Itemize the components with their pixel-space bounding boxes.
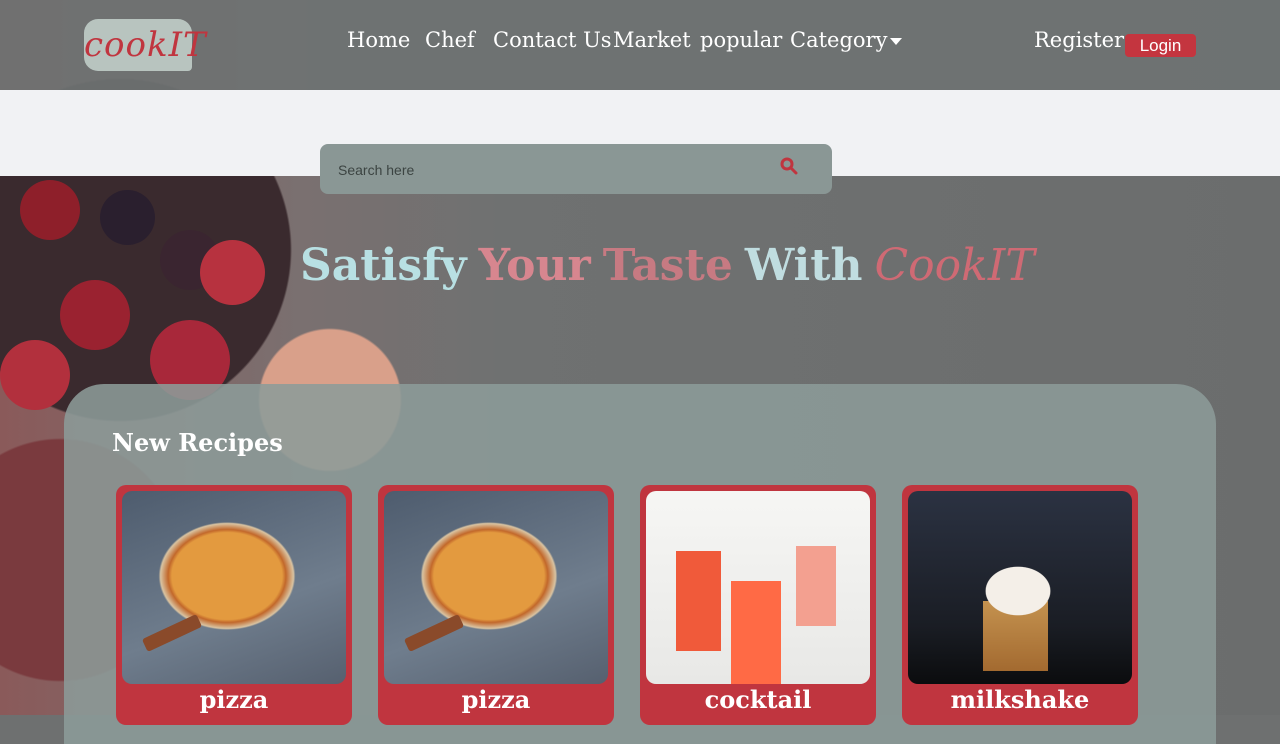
nav-category-label: Category [790,28,888,52]
recipe-card-title: cocktail [704,685,812,714]
headline-word: Your [478,240,591,291]
new-recipes-title: New Recipes [112,428,283,457]
recipe-card[interactable]: milkshake [902,485,1138,725]
headline-brand-word: CookIT [874,240,1035,291]
recipe-card[interactable]: cocktail [640,485,876,725]
headline-word: Taste [602,240,733,291]
search-bar [320,144,832,196]
recipe-card[interactable]: pizza [378,485,614,725]
recipe-card[interactable]: pizza [116,485,352,725]
cookit-logo[interactable]: cookIT [84,19,206,71]
nav-category-dropdown[interactable]: Category [790,28,903,52]
milkshake-image [908,491,1132,684]
hero-headline: Satisfy Your Taste With CookIT [300,240,1047,291]
pizza-image [122,491,346,684]
search-input[interactable] [336,144,760,196]
recipe-card-title: pizza [461,685,531,714]
search-icon[interactable] [780,157,798,175]
top-navbar: cookIT Home Chef Contact Us Market popul… [0,0,1280,90]
recipe-card-title: milkshake [950,685,1090,714]
nav-chef[interactable]: Chef [425,28,475,52]
pizza-image [384,491,608,684]
caret-down-icon [890,38,903,45]
headline-word: Satisfy [300,240,467,291]
nav-popular[interactable]: popular [700,28,782,52]
nav-home[interactable]: Home [347,28,410,52]
recipe-card-title: pizza [199,685,269,714]
register-link[interactable]: Register [1034,28,1124,52]
nav-market[interactable]: Market [613,28,691,52]
login-button[interactable]: Login [1125,34,1196,57]
nav-contact-us[interactable]: Contact Us [493,28,612,52]
headline-word: With [744,240,863,291]
cocktail-image [646,491,870,684]
